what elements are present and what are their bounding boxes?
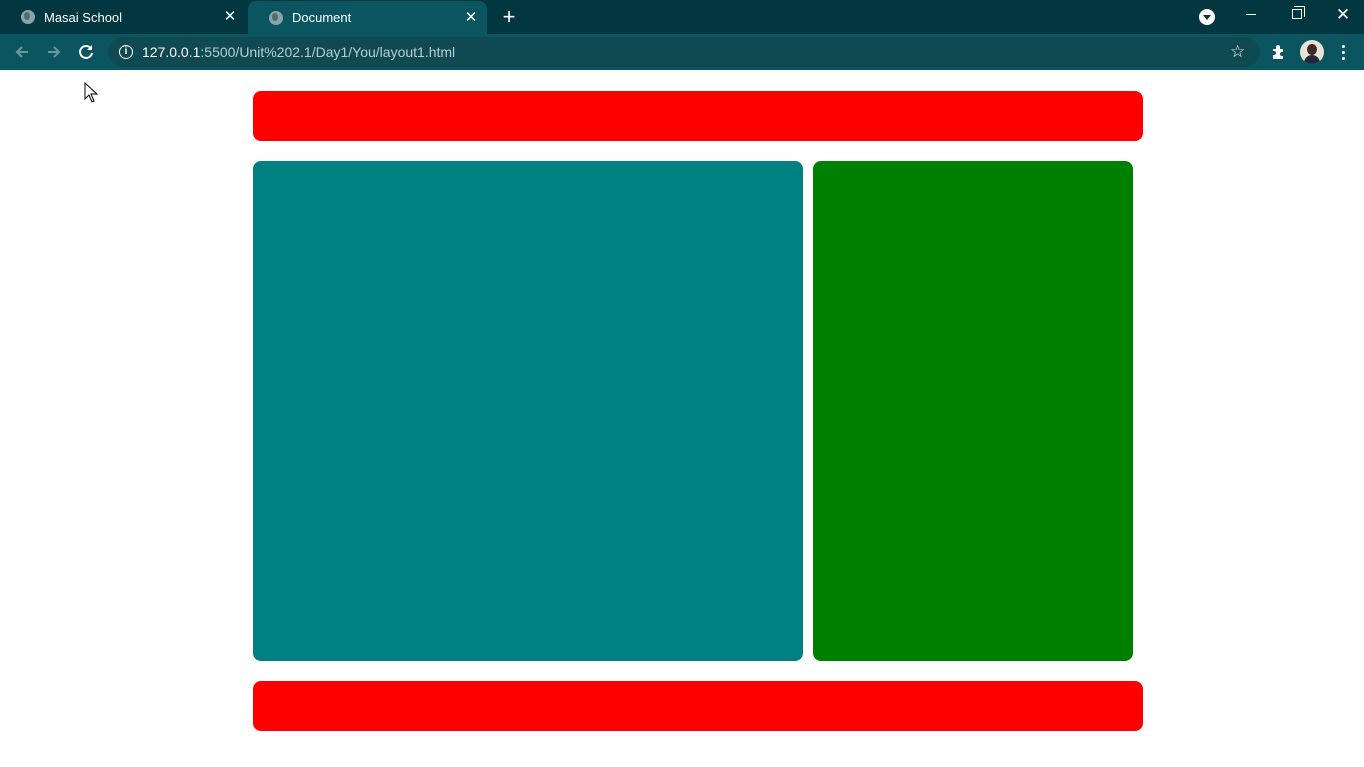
main-block (253, 161, 803, 661)
back-button[interactable] (8, 38, 36, 66)
page-viewport (0, 70, 1364, 767)
url-path: :5500/Unit%202.1/Day1/You/layout1.html (200, 44, 456, 60)
close-tab-icon[interactable]: ✕ (222, 9, 238, 25)
info-icon[interactable]: i (119, 45, 133, 59)
minimize-button[interactable] (1228, 0, 1274, 30)
arrow-right-icon (48, 46, 61, 58)
tab-strip: Masai School ✕ Document ✕ + ✕ (0, 0, 1364, 34)
globe-icon (21, 10, 35, 24)
reload-button[interactable] (72, 38, 100, 66)
tab-title: Document (292, 10, 352, 25)
tab-title: Masai School (44, 9, 123, 25)
side-block (813, 161, 1133, 661)
url-text[interactable]: 127.0.0.1:5500/Unit%202.1/Day1/You/layou… (142, 44, 455, 60)
arrow-left-icon (15, 46, 28, 58)
address-bar[interactable]: i 127.0.0.1:5500/Unit%202.1/Day1/You/lay… (108, 37, 1260, 67)
kebab-menu-icon[interactable] (1336, 40, 1352, 64)
tab-document[interactable]: Document ✕ (248, 1, 487, 34)
avatar[interactable] (1300, 40, 1324, 64)
globe-icon (269, 10, 283, 25)
mouse-cursor-icon (84, 82, 98, 103)
close-tab-icon[interactable]: ✕ (463, 9, 479, 26)
restore-button[interactable] (1274, 0, 1320, 30)
reload-icon (79, 44, 93, 59)
forward-button[interactable] (40, 38, 68, 66)
close-window-button[interactable]: ✕ (1320, 0, 1364, 30)
header-block (253, 91, 1143, 141)
footer-block (253, 681, 1143, 731)
url-host: 127.0.0.1 (142, 44, 201, 60)
new-tab-button[interactable]: + (499, 6, 519, 28)
star-icon[interactable]: ☆ (1230, 42, 1245, 62)
puzzle-icon[interactable] (1270, 43, 1288, 61)
tab-search-button[interactable] (1199, 9, 1215, 25)
browser-toolbar: i 127.0.0.1:5500/Unit%202.1/Day1/You/lay… (0, 34, 1364, 70)
tab-masai-school[interactable]: Masai School ✕ (0, 0, 246, 34)
